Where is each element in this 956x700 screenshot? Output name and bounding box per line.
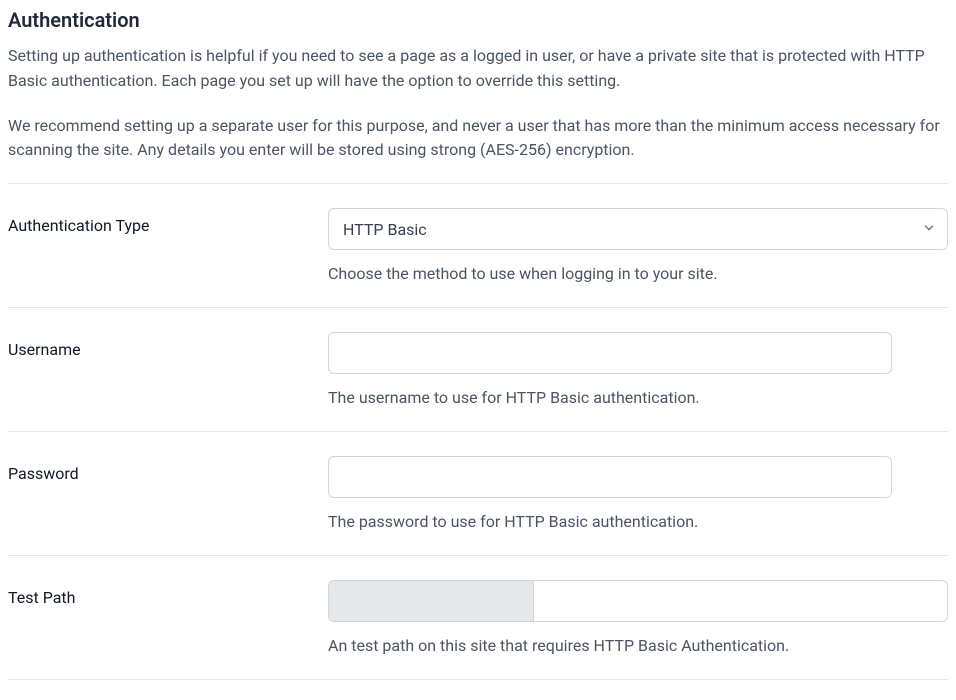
username-help: The username to use for HTTP Basic authe… — [328, 388, 948, 407]
password-input[interactable] — [328, 456, 892, 498]
page-title: Authentication — [8, 8, 948, 32]
description-paragraph-1: Setting up authentication is helpful if … — [8, 44, 948, 94]
password-row: Password The password to use for HTTP Ba… — [8, 432, 948, 556]
auth-type-select[interactable]: HTTP Basic — [328, 208, 948, 250]
description-paragraph-2: We recommend setting up a separate user … — [8, 114, 948, 164]
auth-type-help: Choose the method to use when logging in… — [328, 264, 948, 283]
username-input[interactable] — [328, 332, 892, 374]
page-description: Setting up authentication is helpful if … — [8, 44, 948, 163]
test-path-prefix — [329, 581, 534, 621]
auth-type-row: Authentication Type HTTP Basic Choose th… — [8, 184, 948, 308]
password-help: The password to use for HTTP Basic authe… — [328, 512, 948, 531]
username-label: Username — [8, 332, 328, 359]
username-row: Username The username to use for HTTP Ba… — [8, 308, 948, 432]
test-path-input-group — [328, 580, 948, 622]
auth-type-label: Authentication Type — [8, 208, 328, 235]
test-path-label: Test Path — [8, 580, 328, 607]
test-path-input[interactable] — [534, 581, 947, 621]
test-path-help: An test path on this site that requires … — [328, 636, 948, 655]
password-label: Password — [8, 456, 328, 483]
test-path-row: Test Path An test path on this site that… — [8, 556, 948, 680]
